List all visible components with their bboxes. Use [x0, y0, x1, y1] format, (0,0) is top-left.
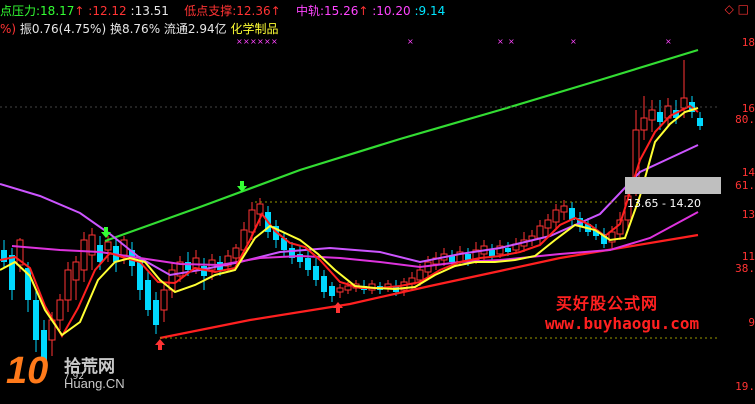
- candle-body: [560, 205, 568, 213]
- candle-body: [657, 112, 663, 122]
- candle-body: [344, 285, 352, 291]
- candle-body: [544, 219, 552, 229]
- support-label: 低点支撑:: [184, 4, 237, 18]
- middle-band-label: 中轨:: [295, 4, 324, 18]
- middle-low-value: :10.20: [372, 4, 411, 18]
- buy-arrow-icon: [155, 339, 165, 350]
- turnover-value: 换8.76%: [109, 22, 161, 36]
- x-marker-icon: ×: [271, 38, 278, 46]
- stock-info-bar: %) 振0.76(4.75%) 换8.76% 流通2.94亿 化学制品: [0, 21, 279, 37]
- axis-label: 80.: [735, 113, 755, 126]
- x-marker-icon: ×: [250, 38, 257, 46]
- candle-body: [336, 287, 344, 293]
- axis-label: 61.: [735, 179, 755, 192]
- axis-label: 18: [741, 36, 755, 49]
- candle-body: [416, 269, 424, 281]
- middle-band-value: 15.26: [323, 4, 359, 18]
- pressure-mid-value: :13.51: [130, 4, 169, 18]
- watermark-text: 买好股公式网: [556, 294, 659, 313]
- x-marker-icon: ×: [497, 38, 504, 46]
- axis-label: 38.: [735, 262, 755, 275]
- price-axis: 18 16 80. 14 61. 13 11 38. 9 19.: [733, 0, 755, 404]
- support-up-arrow-icon: ↑: [270, 4, 281, 18]
- candle-body: [313, 266, 319, 280]
- price-range-box: [625, 177, 721, 194]
- x-marker-icon: ×: [243, 38, 250, 46]
- axis-label: 13: [741, 208, 755, 221]
- candle-body: [552, 209, 560, 223]
- logo-number: 10: [6, 350, 49, 392]
- candle-body: [305, 258, 311, 270]
- info-paren: %): [0, 22, 17, 36]
- middle-band-line: [0, 144, 699, 277]
- pressure-label: 点压力:: [0, 4, 41, 18]
- candle-body: [72, 261, 80, 281]
- buy-arrow-icon: [333, 302, 343, 313]
- candle-body: [248, 209, 256, 233]
- float-value: 流通2.94亿: [163, 22, 227, 36]
- candle-body: [56, 299, 64, 321]
- candle-body: [137, 262, 143, 290]
- x-marker-icon: ×: [264, 38, 271, 46]
- candle-body: [536, 225, 544, 239]
- top-x-markers: × × × × × × × × × × ×: [236, 38, 672, 46]
- axis-label: 14: [741, 166, 755, 179]
- candle-body: [648, 109, 656, 121]
- candle-body: [489, 250, 495, 256]
- x-marker-icon: ×: [665, 38, 672, 46]
- pressure-value: 18.17: [40, 4, 75, 18]
- candle-body: [9, 255, 15, 290]
- x-marker-icon: ×: [236, 38, 243, 46]
- x-marker-icon: ×: [570, 38, 577, 46]
- candle-body: [232, 247, 240, 259]
- indicator-header: 点压力:18.17↑ :12.12 :13.51 低点支撑:12.36↑ 中轨:…: [0, 3, 445, 19]
- middle-up-arrow-icon: ↑: [358, 4, 369, 18]
- candle-body: [33, 300, 39, 340]
- candle-body: [329, 286, 335, 296]
- candle-body: [505, 248, 511, 252]
- min-price-label: 7.92: [64, 372, 85, 382]
- candle-body: [145, 280, 151, 310]
- axis-label: 19.: [735, 380, 755, 393]
- pressure-low-value: :12.12: [88, 4, 127, 18]
- candle-body: [697, 118, 703, 126]
- candle-body: [192, 257, 200, 269]
- x-marker-icon: ×: [508, 38, 515, 46]
- candle-body: [80, 239, 88, 271]
- middle-mid-value: :9.14: [414, 4, 446, 18]
- x-marker-icon: ×: [407, 38, 414, 46]
- x-marker-icon: ×: [257, 38, 264, 46]
- candle-body: [104, 241, 112, 251]
- price-range-label: 13.65 - 14.20: [627, 197, 701, 210]
- candle-body: [640, 117, 648, 131]
- axis-label: 9: [748, 316, 755, 329]
- support-value: 12.36: [236, 4, 271, 18]
- candle-body: [97, 245, 103, 262]
- candle-body: [160, 289, 168, 311]
- upper-band-line: [104, 48, 699, 243]
- watermark-url: www.buyhaogu.com: [545, 314, 700, 333]
- candle-body: [64, 269, 72, 301]
- amplitude-value: 振0.76(4.75%): [19, 22, 107, 36]
- candle-body: [321, 276, 327, 292]
- industry-label: 化学制品: [230, 22, 279, 36]
- candle-body: [153, 300, 159, 325]
- pressure-up-arrow-icon: ↑: [74, 4, 85, 18]
